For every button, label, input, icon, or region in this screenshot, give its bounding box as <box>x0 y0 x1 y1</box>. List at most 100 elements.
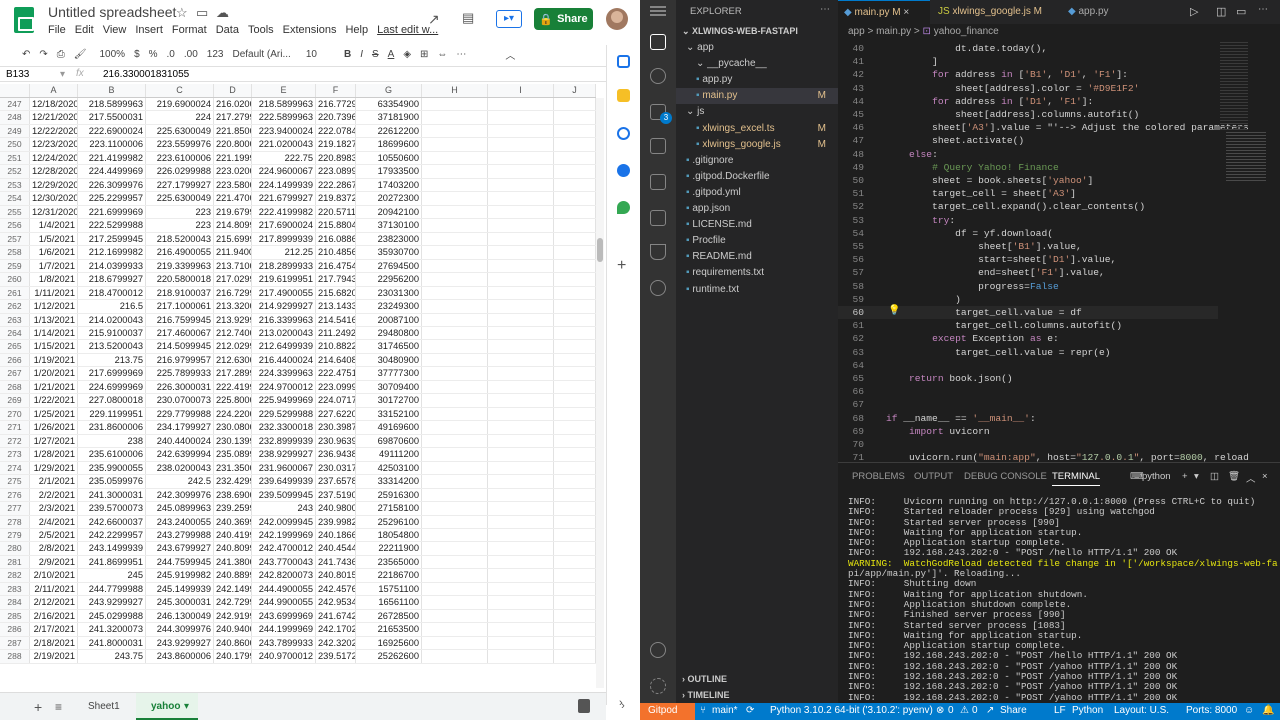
close-icon[interactable]: × <box>903 7 909 18</box>
cell[interactable] <box>488 609 554 623</box>
cell[interactable]: 213.1433 <box>316 300 356 313</box>
vertical-scrollbar[interactable] <box>596 98 604 688</box>
cell[interactable] <box>554 246 596 259</box>
cell[interactable]: 242.4700012 <box>252 542 316 555</box>
currency-button[interactable]: $ <box>134 49 140 60</box>
cell[interactable]: 220.5711 <box>316 205 356 219</box>
cell[interactable] <box>554 98 596 111</box>
cell[interactable] <box>488 313 554 326</box>
add-sheet-icon[interactable]: + <box>34 699 42 715</box>
cell[interactable]: 242.4576 <box>316 582 356 596</box>
cell[interactable] <box>488 165 554 178</box>
cell[interactable]: 221.4199982 <box>78 151 146 165</box>
row-header[interactable]: 250 <box>0 138 30 151</box>
tab-terminal[interactable]: TERMINAL <box>1052 471 1101 486</box>
cell[interactable] <box>422 178 488 192</box>
tab-output[interactable]: OUTPUT <box>914 471 953 482</box>
cell[interactable]: 216.4400024 <box>252 353 316 367</box>
cell[interactable]: 1/20/2021 <box>30 367 78 380</box>
cell[interactable]: 243.2400055 <box>146 515 214 528</box>
cell[interactable] <box>422 232 488 246</box>
cell[interactable]: 212.6499939 <box>252 340 316 353</box>
cell[interactable]: 230.3987 <box>316 421 356 434</box>
column-header[interactable]: I <box>488 84 554 97</box>
cell[interactable]: 2/3/2021 <box>30 502 78 515</box>
cell[interactable]: 215.6820 <box>316 286 356 300</box>
cell[interactable] <box>554 421 596 434</box>
cell[interactable]: 245.1499939 <box>146 582 214 596</box>
cell[interactable] <box>554 475 596 488</box>
toggle-panel-icon[interactable]: ▭ <box>1236 5 1246 18</box>
cell[interactable]: 210.8822 <box>316 340 356 353</box>
cell[interactable]: 225.7899933 <box>146 367 214 380</box>
cell[interactable]: 1/25/2021 <box>30 407 78 421</box>
cell[interactable] <box>554 636 596 650</box>
cell[interactable] <box>488 300 554 313</box>
cell[interactable] <box>554 569 596 582</box>
menu-extensions[interactable]: Extensions <box>283 24 337 36</box>
row-header[interactable]: 277 <box>0 502 30 515</box>
avatar[interactable] <box>606 8 628 30</box>
cell[interactable]: 217.2899 <box>214 367 252 380</box>
cell[interactable]: 241.7436 <box>316 555 356 569</box>
python-interpreter[interactable]: Python 3.10.2 64-bit ('3.10.2': pyenv) <box>770 705 933 716</box>
cell[interactable]: 214.5416 <box>316 313 356 326</box>
tab-app-py[interactable]: ◆ app.py <box>1062 0 1115 24</box>
row-header[interactable]: 247 <box>0 98 30 111</box>
cell[interactable] <box>488 475 554 488</box>
column-header[interactable]: H <box>422 84 488 97</box>
cell[interactable] <box>554 394 596 407</box>
cell[interactable]: 240.3699 <box>214 515 252 528</box>
notifications-icon[interactable]: 🔔 <box>1262 705 1274 716</box>
row-header[interactable]: 268 <box>0 380 30 394</box>
cell[interactable] <box>488 650 554 663</box>
new-terminal-icon[interactable]: + <box>1182 471 1188 482</box>
cell[interactable] <box>422 192 488 205</box>
explorer-files-icon[interactable] <box>650 34 666 50</box>
cell[interactable]: 243 <box>252 502 316 515</box>
cell[interactable]: 12/18/2020 <box>30 98 78 111</box>
cell[interactable]: 16925600 <box>356 636 422 650</box>
file-tree-item[interactable]: ▪ .gitpod.Dockerfile <box>676 169 838 185</box>
cell[interactable] <box>422 434 488 448</box>
cell[interactable] <box>422 596 488 609</box>
cell[interactable]: 219.1827 <box>316 138 356 151</box>
ports[interactable]: Ports: 8000 <box>1186 705 1237 716</box>
tasks-icon[interactable] <box>617 127 630 140</box>
cell[interactable]: 216.5 <box>78 300 146 313</box>
maps-icon[interactable] <box>617 201 630 214</box>
cell[interactable]: 26728500 <box>356 609 422 623</box>
cell[interactable]: 241.8699951 <box>78 555 146 569</box>
keyboard-layout[interactable]: Layout: U.S. <box>1114 705 1169 716</box>
cell[interactable]: 222.4751 <box>316 367 356 380</box>
cell[interactable] <box>488 151 554 165</box>
cell[interactable] <box>422 151 488 165</box>
cell[interactable]: 230.0317 <box>316 461 356 475</box>
cell[interactable]: 217.5500031 <box>78 111 146 124</box>
cell[interactable]: 230.0800 <box>214 421 252 434</box>
cell[interactable]: 225.9499969 <box>252 394 316 407</box>
tab-problems[interactable]: PROBLEMS <box>852 471 905 482</box>
cell[interactable]: 223 <box>146 205 214 219</box>
cell[interactable] <box>554 596 596 609</box>
cell[interactable]: 239.9982 <box>316 515 356 528</box>
account-icon[interactable] <box>650 642 666 658</box>
cell[interactable]: 230.1399 <box>214 434 252 448</box>
cell[interactable]: 240.8099 <box>214 542 252 555</box>
cell[interactable]: 235.6100006 <box>78 448 146 461</box>
name-box[interactable]: B133 <box>6 69 29 80</box>
cell[interactable] <box>422 448 488 461</box>
cell[interactable]: 12/31/2020 <box>30 205 78 219</box>
row-header[interactable]: 279 <box>0 529 30 542</box>
cell[interactable] <box>422 488 488 502</box>
cell[interactable]: 217.1000061 <box>146 300 214 313</box>
cell[interactable]: 2/17/2021 <box>30 623 78 636</box>
cell[interactable]: 243.7700043 <box>252 555 316 569</box>
cell[interactable]: 241.6742 <box>316 609 356 623</box>
cell[interactable]: 212.1699982 <box>78 246 146 259</box>
cell[interactable]: 217.6900024 <box>252 219 316 232</box>
cell[interactable]: 244.1999969 <box>252 623 316 636</box>
cell[interactable]: 242.3202 <box>316 636 356 650</box>
cell[interactable] <box>488 367 554 380</box>
row-header[interactable]: 266 <box>0 353 30 367</box>
